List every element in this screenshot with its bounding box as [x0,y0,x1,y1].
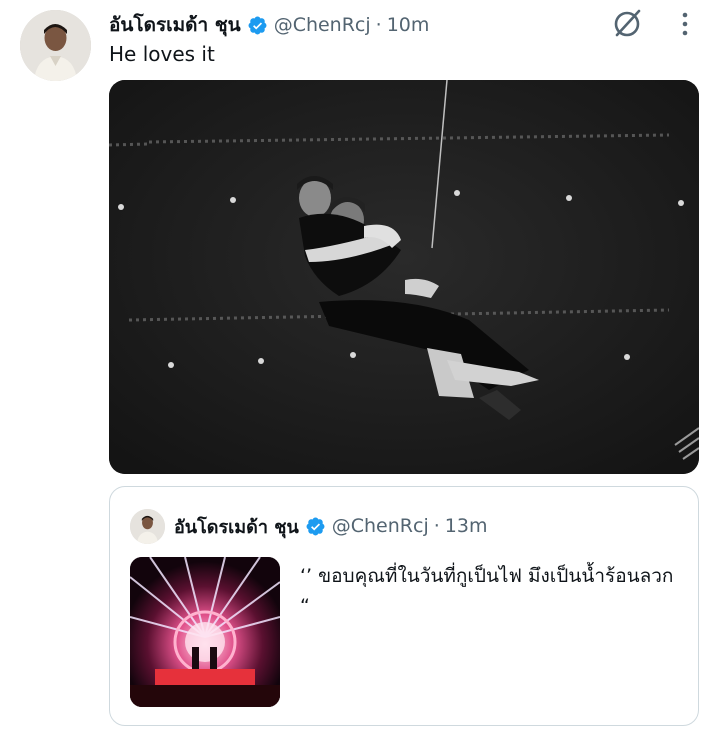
author-avatar[interactable] [20,10,91,81]
author-handle[interactable]: @ChenRcj [274,14,371,36]
more-dots-icon [682,12,688,36]
quote-media-thumbnail[interactable] [130,557,280,707]
profile-photo-icon [130,509,165,544]
quote-author-name: อันโดรเมด้า ชุน [174,516,299,538]
quote-author-avatar[interactable] [130,509,165,544]
tweet-header: อันโดรเมด้า ชุน @ChenRcj · 10m [109,10,429,40]
quote-header: อันโดรเมด้า ชุน @ChenRcj · 13m [174,511,487,541]
quote-timestamp: 13m [444,515,488,537]
quote-text: ‘’ ขอบคุณที่ในวันที่กูเป็นไฟ มึงเป็นน้ำร… [300,565,674,617]
grok-button[interactable] [606,4,648,42]
more-options-button[interactable] [670,8,700,40]
concert-stage-photo-icon [130,557,280,707]
verified-badge-icon [305,516,326,537]
grok-slash-icon [614,9,641,37]
profile-photo-icon [20,10,91,81]
separator-dot: · [375,14,382,36]
quoted-tweet-card[interactable]: อันโดรเมด้า ชุน @ChenRcj · 13m ‘’ ขอบคุณ… [109,486,699,726]
tweet-media-photo[interactable] [109,80,699,474]
verified-badge-icon [247,15,268,36]
quote-author-handle: @ChenRcj [331,515,429,537]
tweet-text: He loves it [109,42,215,66]
author-name[interactable]: อันโดรเมด้า ชุน [109,10,241,40]
tweet-timestamp[interactable]: 10m [387,14,430,36]
photo-image-icon [109,80,699,474]
separator-dot: · [433,515,440,537]
